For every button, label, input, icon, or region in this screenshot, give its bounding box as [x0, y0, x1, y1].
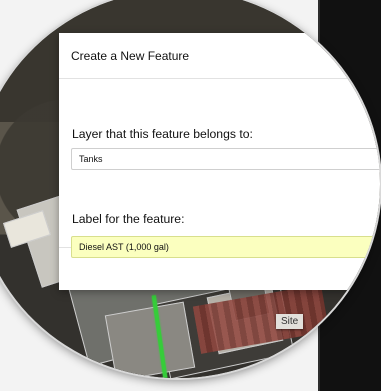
screen: Site Create a New Feature Layer that thi… [0, 0, 381, 391]
dialog-title: Create a New Feature [71, 48, 190, 63]
dialog-footer [59, 248, 380, 290]
dialog-body: Layer that this feature belongs to: Tank… [59, 79, 380, 258]
layer-select[interactable]: Tanks [71, 148, 380, 170]
map-building [104, 301, 196, 378]
layer-label: Layer that this feature belongs to: [72, 127, 253, 141]
site-label[interactable]: Site [276, 314, 304, 329]
feature-label: Label for the feature: [72, 212, 185, 226]
magnifier-lens: Site Create a New Feature Layer that thi… [0, 0, 380, 378]
layer-select-value: Tanks [79, 154, 103, 164]
dialog-header: Create a New Feature [59, 33, 380, 79]
create-feature-dialog: Create a New Feature Layer that this fea… [59, 33, 380, 290]
